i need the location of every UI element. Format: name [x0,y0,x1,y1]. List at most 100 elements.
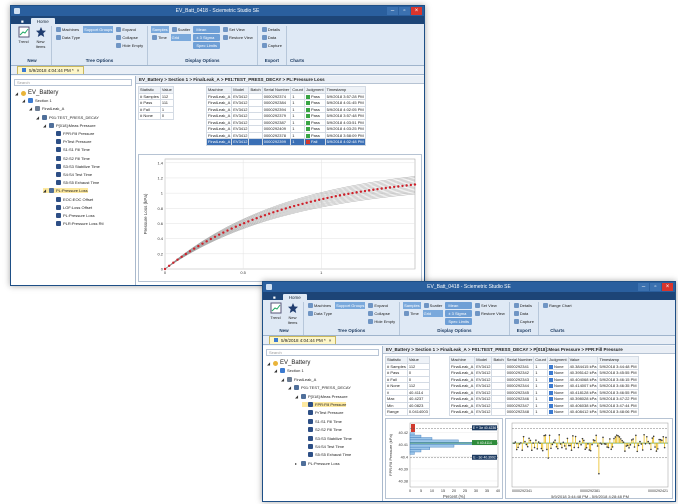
close-button[interactable]: × [411,7,422,15]
capture-button[interactable]: Capture [261,42,283,49]
tree-node[interactable]: S5:S5 Exhaust Time [302,452,351,458]
column-header[interactable]: Batch [491,356,506,364]
tree-node[interactable]: ◢ P[018]:Meas Pressure [43,122,96,128]
close-tab-icon[interactable]: × [77,68,80,73]
hide-empty-toggle-2[interactable]: Hide Empty [367,318,396,325]
capture-button-2[interactable]: Capture [513,318,535,325]
maximize-button[interactable]: ▫ [399,7,410,15]
tree-node[interactable]: S1:S1 Fill Time [50,147,90,153]
support-groups-toggle-2[interactable]: Support Groups [335,302,366,309]
mean-toggle[interactable]: Mean [193,26,221,33]
tree-toggle-icon[interactable]: ◢ [15,91,19,96]
data-type-toggle-2[interactable]: Data Type [307,310,333,317]
tree-node[interactable]: S3:S3 Stabilize Time [50,163,100,169]
tree-toggle-icon[interactable]: ◢ [43,123,47,128]
minimize-button-2[interactable]: – [638,283,649,291]
column-header[interactable]: Serial Number [504,356,535,364]
tree-node[interactable]: PrTest Pressure [302,410,343,416]
new-items-button-2[interactable]: New Items [285,302,300,328]
column-header[interactable]: Judgment [546,356,569,364]
data-type-toggle[interactable]: Data Type [55,34,81,41]
trend-button[interactable]: Trend [16,26,31,58]
tree-toggle-icon[interactable]: ◢ [267,361,271,366]
tree-node[interactable]: FPR:Fill Pressure [50,131,94,136]
time-toggle-2[interactable]: Time [403,310,421,317]
tree-toggle-icon[interactable]: ◢ [43,188,47,193]
tree-node[interactable]: PrTest Pressure [50,139,91,145]
column-header[interactable]: Count [533,356,548,364]
document-tab[interactable]: 5/9/2018 4:04:44 PM * × [17,66,85,74]
spec-limits-toggle-2[interactable]: Spec Limits [445,318,473,325]
close-button-2[interactable]: × [662,283,673,291]
restore-view-button[interactable]: Restore View [222,34,254,41]
search-input-2[interactable]: Search [266,349,379,356]
expand-button[interactable]: Expand [115,26,144,33]
tree-toggle-icon[interactable]: ◢ [36,115,40,120]
tree-toggle-icon[interactable]: ◢ [274,368,278,373]
search-input[interactable]: Search [14,79,132,86]
tree-node[interactable]: ◢ P01:TEST_PRESS_DECAY [288,385,351,391]
table-row[interactable]: Range 0.0414003 [385,408,430,416]
mean-toggle-2[interactable]: Mean [445,302,473,309]
tree-toggle-icon[interactable]: ◢ [281,377,285,382]
set-view-button[interactable]: Set View [222,26,254,33]
maximize-button-2[interactable]: ▫ [650,283,661,291]
tree-node[interactable]: EOC:EOC Offset [50,196,93,202]
column-header[interactable]: Batch [248,86,263,94]
tree-toggle-icon[interactable]: ◢ [29,106,33,111]
time-toggle[interactable]: Time [151,34,169,41]
samples-toggle[interactable]: Samples [151,26,169,33]
range-chart-button[interactable]: Range Chart [542,302,573,309]
spec-limits-toggle[interactable]: Spec Limits [193,42,221,49]
table-row[interactable]: FinalLeak_A EV3412 0000292399 1 Fail 5/9/2018… [205,138,366,146]
machines-toggle[interactable]: Machines [55,26,81,33]
collapse-button[interactable]: Collapse [115,34,144,41]
details-button[interactable]: Details [261,26,283,33]
tree-node[interactable]: ◢ PL:Pressure Loss [43,188,88,194]
column-header[interactable]: Value [159,86,174,94]
hide-empty-toggle[interactable]: Hide Empty [115,42,144,49]
close-tab-icon[interactable]: × [329,338,332,343]
details-button-2[interactable]: Details [513,302,535,309]
tree-node[interactable]: S3:S3 Stabilize Time [302,435,352,441]
data-button-2[interactable]: Data [513,310,535,317]
tree-node[interactable]: S2:S2 Fill Time [50,155,90,161]
grid-toggle[interactable]: Grid [170,34,192,41]
tree-node[interactable]: S4:S4 Test Time [50,172,92,177]
column-header[interactable]: Serial Number [261,86,292,94]
tree-node[interactable]: ◢ FinalLeak_A [281,376,316,382]
tree-node[interactable]: ▸ PL:Pressure Loss [295,460,340,466]
tree-node[interactable]: ◢ EV_Battery [267,360,310,366]
tree-node[interactable]: S2:S2 Fill Time [302,427,342,433]
tree-node[interactable]: S1:S1 Fill Time [302,418,342,424]
tree-node[interactable]: ◢ Section 1 [274,368,304,374]
data-button[interactable]: Data [261,34,283,41]
sigma-toggle-2[interactable]: ± 3 Sigma [445,310,473,317]
tree-node[interactable]: PL:Pressure Loss [50,213,95,218]
tree-node[interactable]: S5:S5 Exhaust Time [50,180,99,186]
table-row[interactable]: # Samples 112 [138,92,174,100]
document-tab-2[interactable]: 5/9/2018 4:04:44 PM * × [269,336,337,344]
grid-toggle-2[interactable]: Grid [422,310,444,317]
scatter-toggle[interactable]: Scatter [171,26,192,33]
tree-toggle-icon[interactable]: ◢ [22,98,26,103]
tree-node[interactable]: ◢ FinalLeak_A [29,106,64,112]
table-row[interactable]: # None 0 [138,112,174,120]
tree-node[interactable]: ◢ P[018]:Meas Pressure [295,393,348,399]
new-items-button[interactable]: New Items [33,26,48,58]
tree-toggle-icon[interactable]: ◢ [288,385,292,390]
column-header[interactable]: Judgment [303,86,326,94]
tree-node[interactable]: PLR:Pressure Loss Rtl [50,221,103,227]
table-row[interactable]: FinalLeak_A EV3412 0000292348 1 None 40.40841… [448,408,639,416]
tree-node[interactable]: ◢ P01:TEST_PRESS_DECAY [36,114,99,120]
tree-node[interactable]: S4:S4 Test Time [302,444,344,449]
samples-toggle-2[interactable]: Samples [403,302,421,309]
tree-toggle-icon[interactable]: ▸ [295,461,299,466]
collapse-button-2[interactable]: Collapse [367,310,396,317]
trend-button-2[interactable]: Trend [268,302,283,328]
tree-toggle-icon[interactable]: ◢ [295,394,299,399]
scatter-toggle-2[interactable]: Scatter [423,302,444,309]
tree-node[interactable]: ◢ Section 1 [22,98,52,104]
machines-toggle-2[interactable]: Machines [307,302,333,309]
sigma-toggle[interactable]: ± 3 Sigma [193,34,221,41]
